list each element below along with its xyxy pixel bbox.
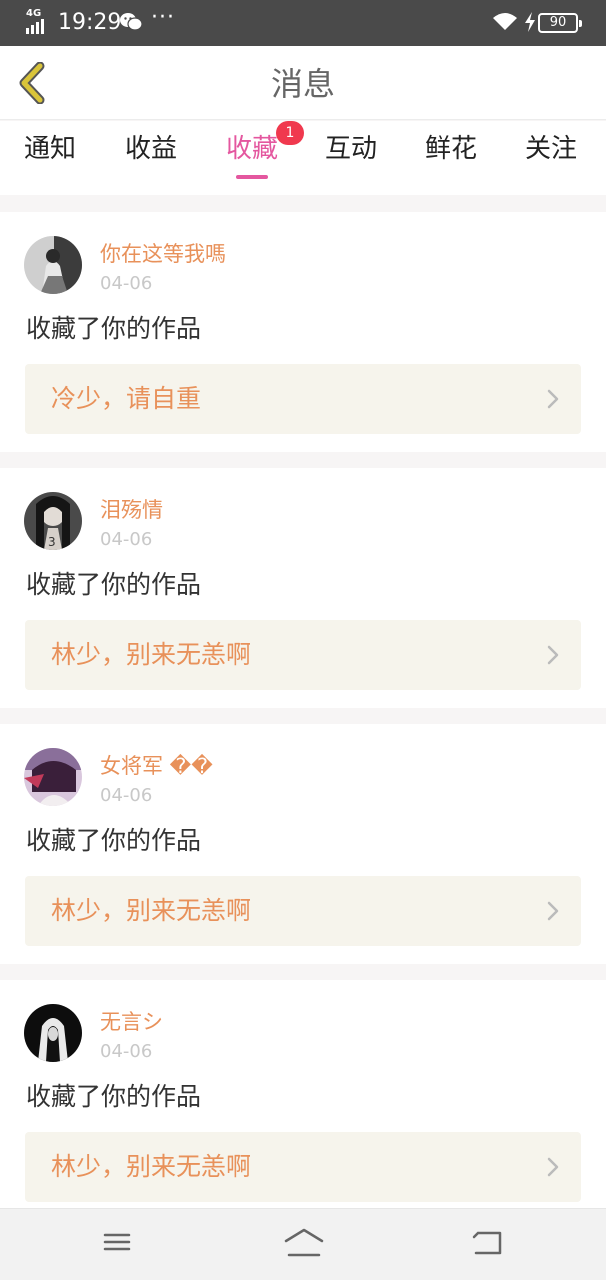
work-title: 林少，别来无恙啊 <box>51 1152 252 1181</box>
list-item: 3 泪殇情 04-06 收藏了你的作品 林少，别来无恙啊 <box>0 468 606 708</box>
activity-text: 收藏了你的作品 <box>26 826 202 855</box>
list-item: 无言シ 04-06 收藏了你的作品 林少，别来无恙啊 <box>0 980 606 1220</box>
username[interactable]: 泪殇情 <box>100 496 163 524</box>
activity-text: 收藏了你的作品 <box>26 570 202 599</box>
tab-label: 收益 <box>125 134 178 164</box>
avatar[interactable] <box>24 748 82 806</box>
wifi-icon <box>492 12 518 36</box>
username[interactable]: 无言シ <box>100 1008 163 1036</box>
timestamp: 04-06 <box>100 529 153 550</box>
tab-follows[interactable]: 关注 <box>525 131 577 167</box>
tab-flowers[interactable]: 鲜花 <box>425 131 477 167</box>
username[interactable]: 女将军 �� <box>100 752 213 780</box>
avatar[interactable] <box>24 236 82 294</box>
active-tab-indicator <box>236 175 268 179</box>
avatar[interactable] <box>24 1004 82 1062</box>
tab-earnings[interactable]: 收益 <box>125 131 177 167</box>
tab-notifications[interactable]: 通知 <box>24 131 76 167</box>
page-title: 消息 <box>270 65 335 103</box>
work-link[interactable]: 林少，别来无恙啊 <box>25 1132 581 1202</box>
tab-favorites[interactable]: 收藏 1 <box>226 121 305 179</box>
timestamp: 04-06 <box>100 1041 153 1062</box>
list-item: 你在这等我嗎 04-06 收藏了你的作品 冷少，请自重 <box>0 212 606 452</box>
charging-icon <box>524 12 536 36</box>
tab-label: 收藏 <box>226 134 279 164</box>
clock: 19:29 <box>58 10 122 35</box>
home-icon <box>284 1228 324 1257</box>
unread-badge: 1 <box>276 121 305 145</box>
work-link[interactable]: 林少，别来无恙啊 <box>25 620 581 690</box>
network-type: 4G <box>26 8 42 19</box>
home-button[interactable] <box>283 1227 325 1261</box>
timestamp: 04-06 <box>100 273 153 294</box>
back-system-button[interactable] <box>470 1227 504 1261</box>
work-title: 林少，别来无恙啊 <box>51 640 252 669</box>
chevron-right-icon <box>547 901 559 921</box>
timestamp: 04-06 <box>100 785 153 806</box>
tab-label: 互动 <box>325 134 378 164</box>
signal-icon: 4G <box>26 8 52 36</box>
work-title: 林少，别来无恙啊 <box>51 896 252 925</box>
svg-text:3: 3 <box>48 535 56 549</box>
menu-icon <box>103 1233 131 1251</box>
status-bar: 4G 19:29 ··· 90 <box>0 0 606 46</box>
tab-bar: 通知 收益 收藏 1 互动 鲜花 关注 <box>0 121 606 195</box>
tab-label: 关注 <box>525 134 578 164</box>
avatar[interactable]: 3 <box>24 492 82 550</box>
tab-interactions[interactable]: 互动 <box>325 131 377 167</box>
menu-button[interactable] <box>102 1227 132 1261</box>
activity-text: 收藏了你的作品 <box>26 1082 202 1111</box>
system-nav-bar <box>0 1208 606 1280</box>
work-link[interactable]: 冷少，请自重 <box>25 364 581 434</box>
chevron-right-icon <box>547 645 559 665</box>
username[interactable]: 你在这等我嗎 <box>100 240 226 268</box>
work-link[interactable]: 林少，别来无恙啊 <box>25 876 581 946</box>
tab-label: 通知 <box>24 134 77 164</box>
more-notifications-icon: ··· <box>151 5 175 30</box>
list-item: 女将军 �� 04-06 收藏了你的作品 林少，别来无恙啊 <box>0 724 606 964</box>
back-icon <box>472 1231 502 1255</box>
work-title: 冷少，请自重 <box>51 384 202 413</box>
wechat-icon <box>120 12 143 36</box>
chevron-right-icon <box>547 1157 559 1177</box>
battery-icon: 90 <box>538 13 582 33</box>
tab-label: 鲜花 <box>425 134 478 164</box>
activity-text: 收藏了你的作品 <box>26 314 202 343</box>
chevron-right-icon <box>547 389 559 409</box>
header: 消息 <box>0 46 606 120</box>
